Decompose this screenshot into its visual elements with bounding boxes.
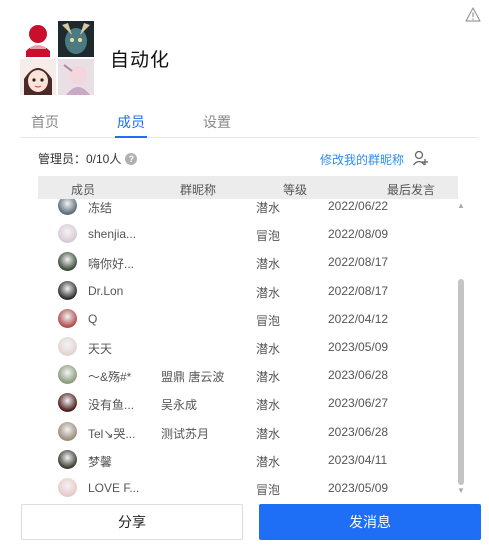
member-level: 潜水: [256, 454, 281, 469]
member-avatar: [20, 59, 56, 95]
member-level: 潜水: [256, 285, 281, 300]
member-group-nick: 测试苏月: [161, 426, 210, 441]
tab-members[interactable]: 成员: [117, 112, 145, 132]
member-avatar[interactable]: [58, 478, 77, 497]
send-message-button[interactable]: 发消息: [259, 504, 481, 540]
member-level: 冒泡: [256, 313, 281, 328]
member-name: 没有鱼...: [88, 398, 135, 413]
group-header: 自动化: [20, 20, 170, 96]
member-avatar: [58, 21, 94, 57]
admin-count: 管理员：0/10人 ?: [38, 150, 138, 167]
member-row[interactable]: 没有鱼... 吴永成 潜水 2023/06/27: [38, 388, 458, 416]
scroll-up-arrow[interactable]: ▲: [457, 202, 465, 210]
member-row[interactable]: 梦馨 潜水 2023/04/11: [38, 445, 458, 473]
tab-bar: 首页 成员 设置: [20, 110, 479, 138]
member-name: shenjia...: [88, 227, 137, 242]
member-avatar: [20, 21, 56, 57]
group-name: 自动化: [110, 49, 171, 71]
member-avatar[interactable]: [58, 308, 77, 328]
member-avatar[interactable]: [58, 421, 77, 441]
add-user-icon[interactable]: [412, 149, 430, 167]
scrollbar[interactable]: ▲ ▼: [457, 199, 465, 497]
member-avatar[interactable]: [58, 365, 77, 385]
column-header-member[interactable]: 成员: [71, 181, 95, 198]
member-avatar[interactable]: [58, 224, 77, 244]
member-avatar: [58, 59, 94, 95]
member-level: 潜水: [256, 398, 281, 413]
member-avatar[interactable]: [58, 449, 77, 469]
member-last-speak: 2023/05/09: [328, 481, 389, 495]
member-last-speak: 2022/08/17: [328, 283, 389, 298]
member-group-nick: 盟鼎 唐云波: [161, 370, 225, 385]
member-row[interactable]: 嗨你好... 潜水 2022/08/17: [38, 247, 458, 275]
active-tab-indicator: [115, 136, 147, 138]
help-icon[interactable]: ?: [125, 152, 138, 165]
scrollbar-thumb[interactable]: [458, 279, 464, 485]
column-header-level[interactable]: 等级: [283, 181, 307, 198]
admin-count-label: 管理员：0/10人: [38, 152, 122, 166]
member-avatar[interactable]: [58, 252, 77, 272]
member-level: 冒泡: [256, 483, 281, 497]
member-list[interactable]: 冻结 潜水 2022/06/22 shenjia... 冒泡 2022/08/09 嗨你好.…: [38, 199, 458, 497]
member-last-speak: 2022/08/09: [328, 227, 389, 242]
member-row[interactable]: Tel↘哭... 测试苏月 潜水 2023/06/28: [38, 417, 458, 445]
member-name: ～&殇#*: [88, 370, 132, 385]
member-last-speak: 2023/06/27: [328, 396, 389, 411]
member-name: Q: [88, 311, 98, 326]
member-row[interactable]: 冻结 潜水 2022/06/22: [38, 199, 458, 219]
member-name: Dr.Lon: [88, 283, 124, 298]
member-last-speak: 2023/05/09: [328, 340, 389, 354]
member-avatar[interactable]: [58, 337, 77, 356]
member-avatar[interactable]: [58, 199, 77, 215]
member-last-speak: 2023/04/11: [328, 452, 388, 467]
member-level: 潜水: [256, 370, 281, 385]
member-level: 潜水: [256, 426, 281, 441]
scroll-down-arrow[interactable]: ▼: [457, 487, 465, 495]
member-name: 冻结: [88, 201, 113, 215]
warning-icon[interactable]: [465, 7, 481, 22]
member-level: 潜水: [256, 342, 281, 356]
member-last-speak: 2022/06/22: [328, 199, 389, 213]
member-row[interactable]: 天天 潜水 2023/05/09: [38, 332, 458, 360]
member-avatar[interactable]: [58, 280, 77, 300]
edit-nickname-link[interactable]: 修改我的群昵称: [320, 151, 404, 168]
member-level: 潜水: [256, 201, 281, 215]
member-table-header: 成员 群昵称 等级 最后发言: [38, 176, 458, 199]
member-avatar[interactable]: [58, 393, 77, 413]
member-last-speak: 2023/06/28: [328, 368, 389, 383]
column-header-group-nick[interactable]: 群昵称: [180, 181, 216, 198]
column-header-last-speak[interactable]: 最后发言: [387, 181, 435, 198]
member-last-speak: 2023/06/28: [328, 424, 389, 439]
member-name: Tel↘哭...: [88, 426, 136, 441]
member-row[interactable]: LOVE F... 冒泡 2023/05/09: [38, 473, 458, 497]
member-row[interactable]: shenjia... 冒泡 2022/08/09: [38, 219, 458, 247]
member-row[interactable]: ～&殇#* 盟鼎 唐云波 潜水 2023/06/28: [38, 360, 458, 388]
group-avatar[interactable]: [20, 21, 94, 95]
member-group-nick: 吴永成: [161, 398, 198, 413]
tab-home[interactable]: 首页: [31, 112, 59, 132]
member-level: 潜水: [256, 257, 281, 272]
member-level: 冒泡: [256, 229, 281, 244]
member-name: LOVE F...: [88, 481, 140, 495]
share-button[interactable]: 分享: [21, 504, 243, 540]
member-name: 嗨你好...: [88, 257, 135, 272]
member-row[interactable]: Dr.Lon 潜水 2022/08/17: [38, 276, 458, 304]
member-row[interactable]: Q 冒泡 2022/04/12: [38, 304, 458, 332]
tab-settings[interactable]: 设置: [203, 112, 231, 132]
member-last-speak: 2022/04/12: [328, 311, 389, 326]
member-last-speak: 2022/08/17: [328, 255, 389, 270]
member-name: 梦馨: [88, 454, 113, 469]
member-name: 天天: [88, 342, 113, 356]
